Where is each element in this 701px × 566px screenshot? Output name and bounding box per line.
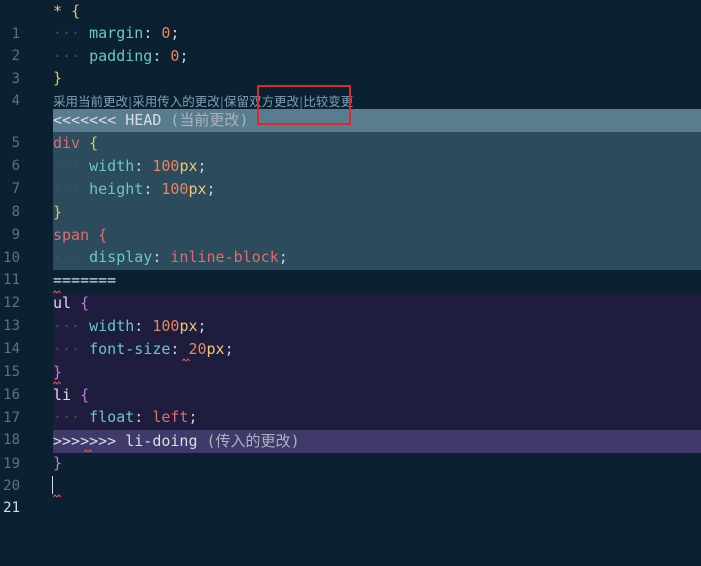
css-number: 100 (161, 180, 189, 198)
error-squiggle (53, 494, 61, 498)
conflict-marker-incoming: >>>>>>> li-doing (53, 432, 198, 450)
css-property: margin (89, 24, 144, 42)
css-property: height (89, 180, 144, 198)
indent-guide: ··· (53, 180, 81, 198)
code-line[interactable]: 8 ··· height: 100px; (0, 178, 701, 220)
code-line[interactable]: 20 } (0, 452, 701, 494)
css-property: padding (89, 47, 153, 65)
css-unit: px (206, 340, 225, 358)
conflict-marker-head: <<<<<<< HEAD (53, 111, 162, 129)
code-line[interactable]: 10 span { (0, 224, 701, 266)
css-unit: px (179, 317, 198, 335)
incoming-change-label: (传入的更改) (206, 432, 300, 450)
annotation-highlight-box (257, 85, 351, 125)
code-line[interactable]: 14 ··· width: 100px; (0, 315, 701, 357)
css-property: display (89, 248, 153, 266)
error-squiggle (182, 358, 190, 362)
line-number: 21 (3, 500, 20, 516)
css-selector: ul (53, 294, 72, 312)
close-brace: } (53, 363, 63, 381)
css-selector: * (53, 2, 63, 20)
css-value: left (152, 408, 189, 426)
open-brace: { (98, 226, 108, 244)
code-editor[interactable]: 1 * { 2 ··· margin: 0; 3 ··· padding: 0;… (0, 0, 701, 516)
code-line[interactable]: 9 } (0, 201, 701, 243)
css-selector: div (53, 134, 81, 152)
open-brace: { (80, 386, 90, 404)
css-property: width (89, 157, 135, 175)
code-line[interactable]: 17 li { (0, 384, 701, 426)
code-line[interactable]: 13 ul { (0, 292, 701, 334)
css-selector: li (53, 386, 72, 404)
code-line[interactable]: 2 ··· margin: 0; (0, 22, 701, 64)
code-line[interactable]: 16 } (0, 361, 701, 403)
code-line[interactable]: 21 (0, 474, 701, 516)
close-brace: } (53, 203, 63, 221)
code-line[interactable]: 12 ======= (0, 269, 701, 311)
code-line[interactable]: 1 * { (0, 0, 701, 42)
accept-current-change-link[interactable]: 采用当前更改 (53, 94, 128, 109)
css-number: 100 (152, 317, 180, 335)
indent-guide: ··· (53, 340, 81, 358)
close-brace: } (53, 454, 63, 472)
css-selector: span (53, 226, 90, 244)
code-line[interactable]: 7 ··· width: 100px; (0, 155, 701, 197)
css-unit: px (188, 180, 207, 198)
text-cursor (52, 476, 53, 494)
css-value: inline-block (170, 248, 279, 266)
code-line[interactable]: 18 ··· float: left; (0, 406, 701, 448)
css-number: 100 (152, 157, 180, 175)
indent-guide: ··· (53, 248, 81, 266)
error-squiggle (53, 381, 61, 385)
code-line[interactable]: 15 ··· font-size: 20px; (0, 338, 701, 380)
css-number: 20 (188, 340, 207, 358)
code-line[interactable]: 11 ··· display: inline-block; (0, 246, 701, 288)
open-brace: { (89, 134, 99, 152)
code-line[interactable]: 19 >>>>>>> li-doing (传入的更改) (0, 430, 701, 472)
open-brace: { (71, 2, 81, 20)
code-line[interactable]: 6 div { (0, 132, 701, 174)
css-property: font-size (89, 340, 171, 358)
indent-guide: ··· (53, 157, 81, 175)
code-line[interactable]: 3 ··· padding: 0; (0, 45, 701, 87)
indent-guide: ··· (53, 24, 81, 42)
error-squiggle (84, 449, 92, 453)
error-squiggle (53, 290, 61, 294)
close-brace: } (53, 69, 63, 87)
indent-guide: ··· (53, 317, 81, 335)
current-change-label: (当前更改) (170, 111, 249, 129)
accept-incoming-change-link[interactable]: 采用传入的更改 (132, 94, 220, 109)
open-brace: { (80, 294, 90, 312)
css-unit: px (179, 157, 198, 175)
css-property: width (89, 317, 135, 335)
css-property: float (89, 408, 135, 426)
conflict-marker-separator: ======= (53, 271, 117, 289)
indent-guide: ··· (53, 408, 81, 426)
indent-guide: ··· (53, 47, 81, 65)
